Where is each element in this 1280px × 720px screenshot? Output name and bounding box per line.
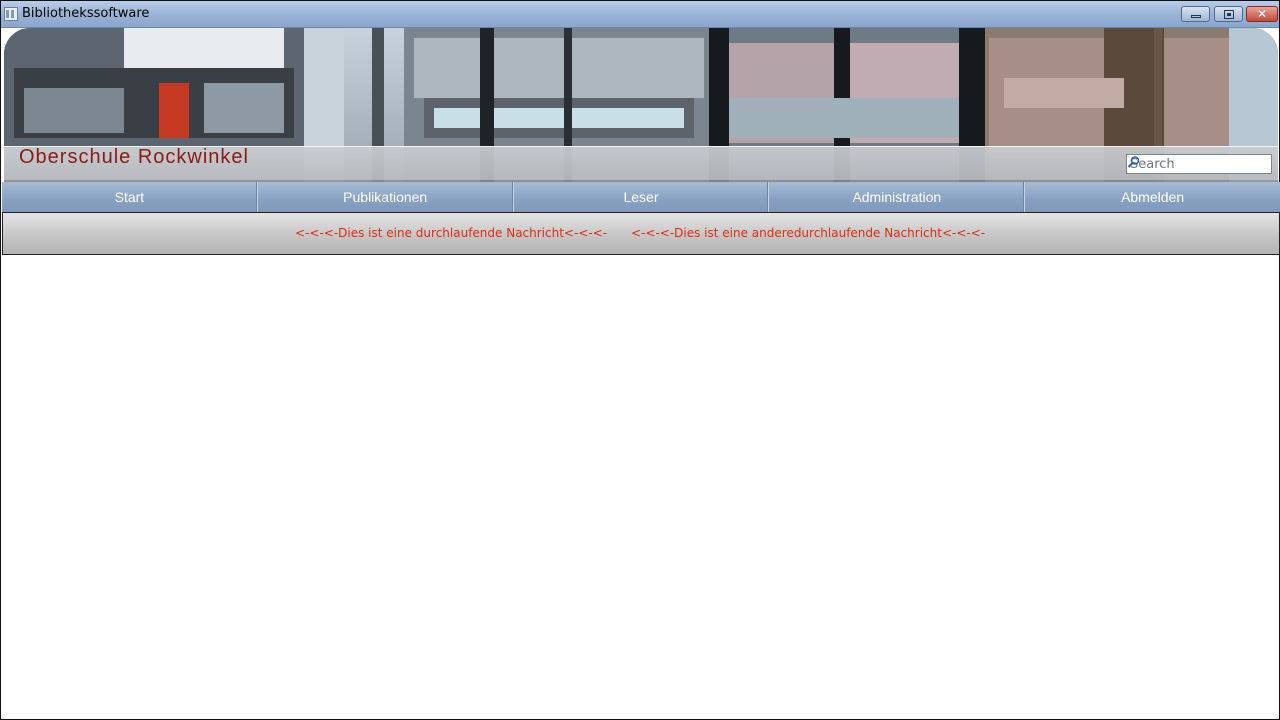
school-name: Oberschule Rockwinkel <box>19 146 249 168</box>
ticker-message: <-<-<-Dies ist eine durchlaufende Nachri… <box>295 226 608 240</box>
nav-item-administration[interactable]: Administration <box>769 182 1026 212</box>
header-banner: Oberschule Rockwinkel <box>4 28 1278 182</box>
nav-item-abmelden[interactable]: Abmelden <box>1025 182 1280 212</box>
nav-item-start[interactable]: Start <box>2 182 258 212</box>
app-window-icon <box>4 7 18 21</box>
search-field[interactable] <box>1126 154 1272 174</box>
news-ticker: <-<-<-Dies ist eine durchlaufende Nachri… <box>2 212 1280 255</box>
minimize-button[interactable] <box>1181 6 1210 22</box>
nav-item-publikationen[interactable]: Publikationen <box>258 182 514 212</box>
maximize-button[interactable] <box>1214 6 1243 22</box>
close-button[interactable]: ✕ <box>1246 6 1278 22</box>
search-input[interactable] <box>1130 156 1250 172</box>
nav-item-leser[interactable]: Leser <box>514 182 770 212</box>
search-icon[interactable] <box>1127 155 1141 169</box>
app-window: Bibliothekssoftware ✕ Oberschule Rockwin… <box>0 0 1280 720</box>
maximize-icon <box>1224 10 1234 19</box>
main-navigation: Start Publikationen Leser Administration… <box>2 182 1280 213</box>
minimize-icon <box>1191 15 1201 18</box>
content-area <box>1 255 1279 719</box>
close-icon: ✕ <box>1256 7 1268 21</box>
ticker-message: <-<-<-Dies ist eine anderedurchlaufende … <box>631 226 986 240</box>
title-bar[interactable]: Bibliothekssoftware ✕ <box>1 1 1279 28</box>
window-title: Bibliothekssoftware <box>22 6 150 21</box>
